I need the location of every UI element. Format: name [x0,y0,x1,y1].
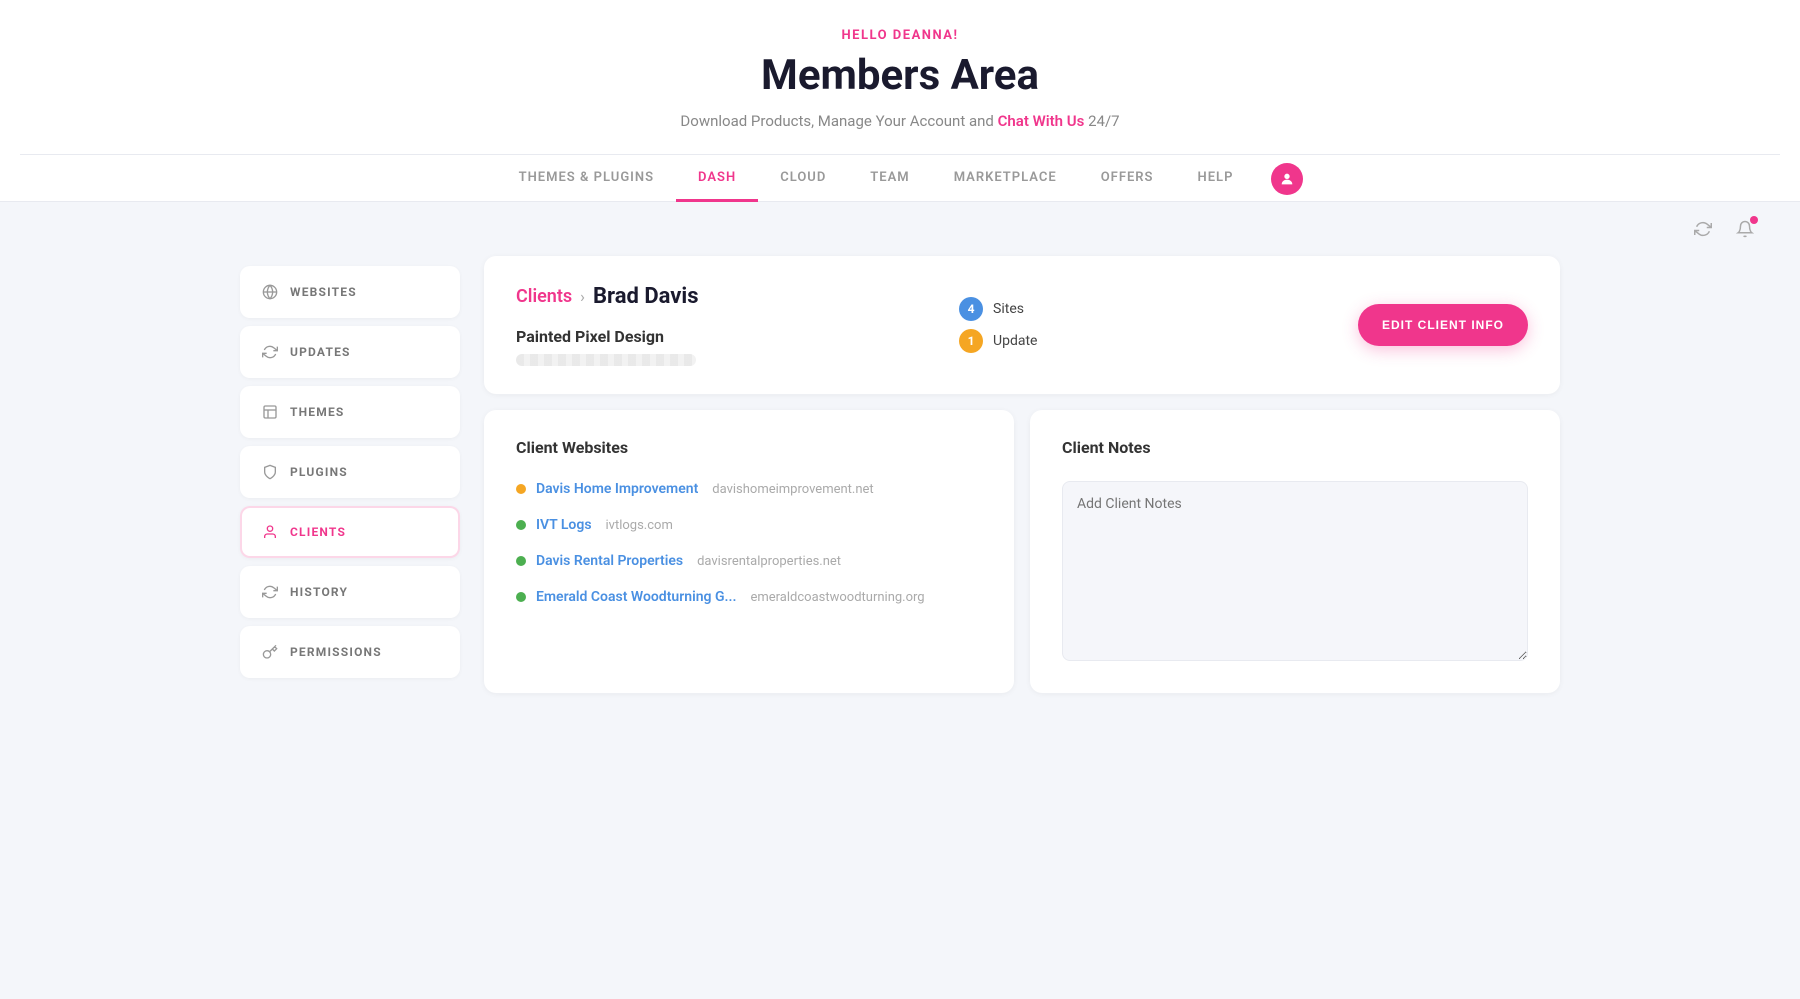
sidebar-item-clients[interactable]: CLIENTS [240,506,460,558]
sites-label: Sites [993,301,1024,317]
updates-label: Update [993,333,1037,349]
status-dot-green-2 [516,520,526,530]
sidebar-item-websites[interactable]: WEBSITES [240,266,460,318]
websites-panel-title: Client Websites [516,438,982,457]
status-dot-yellow [516,484,526,494]
card-header-left: Clients › Brad Davis Painted Pixel Desig… [516,284,699,366]
page-title: Members Area [20,51,1780,100]
user-avatar[interactable] [1271,163,1303,195]
status-dot-green-3 [516,556,526,566]
content-area: Clients › Brad Davis Painted Pixel Desig… [460,256,1560,693]
breadcrumb-current: Brad Davis [593,284,699,309]
sidebar-label-history: HISTORY [290,585,348,599]
nav-team[interactable]: TEAM [848,156,931,202]
breadcrumb: Clients › Brad Davis [516,284,699,309]
website-url-3: davisrentalproperties.net [697,554,841,569]
bottom-grid: Client Websites Davis Home Improvement d… [484,410,1560,693]
history-icon [262,584,278,600]
chat-link[interactable]: Chat With Us [998,112,1085,130]
nav-dash[interactable]: DASH [676,156,758,202]
nav-cloud[interactable]: CLOUD [758,156,848,202]
sidebar: WEBSITES UPDATES THEMES PLUGINS CLIENTS [240,256,460,693]
sidebar-label-clients: CLIENTS [290,525,346,539]
hello-greeting: HELLO DEANNA! [20,28,1780,43]
client-stats: 4 Sites 1 Update [959,297,1037,353]
sidebar-item-plugins[interactable]: PLUGINS [240,446,460,498]
breadcrumb-clients-link[interactable]: Clients [516,286,572,307]
status-dot-green-4 [516,592,526,602]
notes-panel-title: Client Notes [1062,438,1528,457]
client-header-card: Clients › Brad Davis Painted Pixel Desig… [484,256,1560,394]
sidebar-item-history[interactable]: HISTORY [240,566,460,618]
nav-offers[interactable]: OFFERS [1079,156,1176,202]
updates-count: 1 [959,329,983,353]
stat-updates: 1 Update [959,329,1037,353]
subtitle: Download Products, Manage Your Account a… [20,112,1780,130]
stat-sites: 4 Sites [959,297,1037,321]
nav-help[interactable]: HELP [1176,156,1256,202]
website-name-2[interactable]: IVT Logs [536,517,592,533]
sidebar-label-websites: WEBSITES [290,285,357,299]
websites-panel: Client Websites Davis Home Improvement d… [484,410,1014,693]
main-layout: WEBSITES UPDATES THEMES PLUGINS CLIENTS [200,256,1600,733]
sites-count: 4 [959,297,983,321]
subtitle-post: 24/7 [1084,112,1119,130]
sidebar-item-updates[interactable]: UPDATES [240,326,460,378]
layout-icon [262,404,278,420]
website-name-1[interactable]: Davis Home Improvement [536,481,698,497]
header: HELLO DEANNA! Members Area Download Prod… [0,0,1800,202]
website-name-4[interactable]: Emerald Coast Woodturning G... [536,589,736,605]
sidebar-label-plugins: PLUGINS [290,465,348,479]
subtitle-pre: Download Products, Manage Your Account a… [680,112,997,130]
notification-icon[interactable] [1730,214,1760,244]
sidebar-label-permissions: PERMISSIONS [290,645,382,659]
nav-themes-plugins[interactable]: THEMES & PLUGINS [497,156,676,202]
sidebar-label-updates: UPDATES [290,345,351,359]
toolbar [0,202,1800,256]
main-nav: THEMES & PLUGINS DASH CLOUD TEAM MARKETP… [20,154,1780,201]
list-item: Emerald Coast Woodturning G... emeraldco… [516,589,982,605]
website-url-4: emeraldcoastwoodturning.org [750,590,924,605]
notes-panel: Client Notes [1030,410,1560,693]
list-item: IVT Logs ivtlogs.com [516,517,982,533]
list-item: Davis Rental Properties davisrentalprope… [516,553,982,569]
globe-icon [262,284,278,300]
website-url-2: ivtlogs.com [606,518,673,533]
website-name-3[interactable]: Davis Rental Properties [536,553,683,569]
list-item: Davis Home Improvement davishomeimprovem… [516,481,982,497]
website-url-1: davishomeimprovement.net [712,482,873,497]
breadcrumb-arrow: › [580,287,585,306]
nav-marketplace[interactable]: MARKETPLACE [932,156,1079,202]
edit-client-button[interactable]: EDIT CLIENT INFO [1358,304,1528,346]
client-company-name: Painted Pixel Design [516,327,699,346]
sidebar-item-permissions[interactable]: PERMISSIONS [240,626,460,678]
shield-icon [262,464,278,480]
notes-textarea[interactable] [1062,481,1528,661]
sidebar-item-themes[interactable]: THEMES [240,386,460,438]
sidebar-label-themes: THEMES [290,405,345,419]
client-email-blur [516,354,696,366]
key-icon [262,644,278,660]
refresh-icon[interactable] [1688,214,1718,244]
refresh-icon-sidebar [262,344,278,360]
person-icon [262,524,278,540]
notification-dot [1750,216,1758,224]
